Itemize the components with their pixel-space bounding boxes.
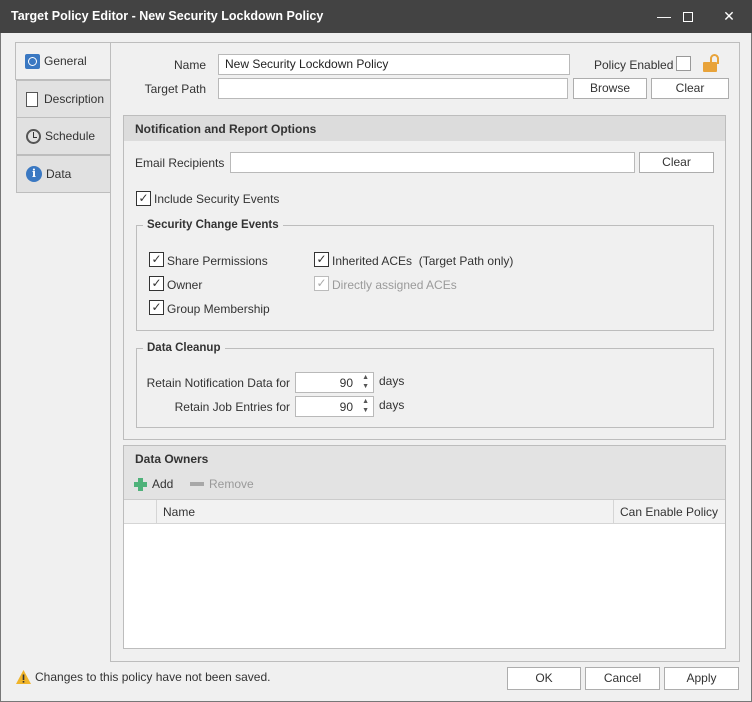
include-security-events-label: Include Security Events <box>154 192 280 206</box>
tab-schedule[interactable]: Schedule <box>16 117 111 155</box>
inherited-aces-label: Inherited ACEs (Target Path only) <box>332 254 514 268</box>
email-recipients-label: Email Recipients <box>135 156 225 170</box>
tab-label: Schedule <box>45 129 96 143</box>
share-permissions-checkbox[interactable]: ✓ <box>149 252 164 267</box>
tab-description[interactable]: Description <box>16 80 111 118</box>
email-recipients-input[interactable] <box>230 152 635 173</box>
target-path-input[interactable] <box>218 78 568 99</box>
retain-job-value: 90 <box>339 400 353 414</box>
clock-icon <box>26 128 41 144</box>
share-permissions-label: Share Permissions <box>167 254 268 268</box>
tab-label: Data <box>46 167 72 181</box>
apply-button[interactable]: Apply <box>664 667 739 690</box>
target-path-label: Target Path <box>144 82 206 96</box>
column-header-can-enable-policy[interactable]: Can Enable Policy <box>620 505 718 519</box>
tab-general[interactable]: General <box>15 42 110 80</box>
minus-icon <box>190 482 204 486</box>
owner-checkbox[interactable]: ✓ <box>149 276 164 291</box>
directly-assigned-aces-label: Directly assigned ACEs <box>332 278 457 292</box>
include-security-events-checkbox[interactable]: ✓ <box>136 191 151 206</box>
retain-notification-spinner[interactable]: 90 ▲ ▼ <box>295 372 374 393</box>
spin-down-icon[interactable]: ▼ <box>362 407 369 414</box>
plus-icon <box>134 477 147 491</box>
policy-enabled-label: Policy Enabled <box>594 58 674 72</box>
days-label: days <box>379 374 405 388</box>
retain-job-label: Retain Job Entries for <box>174 400 290 414</box>
name-label: Name <box>173 58 206 72</box>
warning-icon <box>15 669 32 685</box>
policy-enabled-checkbox[interactable] <box>676 56 691 71</box>
owner-label: Owner <box>167 278 203 292</box>
column-header-name[interactable]: Name <box>163 505 195 519</box>
tab-data[interactable]: i Data <box>16 155 111 193</box>
retain-job-spinner[interactable]: 90 ▲ ▼ <box>295 396 374 417</box>
add-label: Add <box>152 477 174 491</box>
data-cleanup-title: Data Cleanup <box>143 342 225 354</box>
maximize-icon <box>683 12 693 23</box>
ok-button[interactable]: OK <box>507 667 581 690</box>
grid-header: Name Can Enable Policy <box>124 500 725 524</box>
clear-path-button[interactable]: Clear <box>651 78 729 99</box>
info-icon: i <box>26 166 42 182</box>
retain-notification-value: 90 <box>339 376 353 390</box>
close-button[interactable]: ✕ <box>706 0 752 33</box>
clear-email-button[interactable]: Clear <box>639 152 714 173</box>
remove-owner-button: Remove <box>190 477 254 491</box>
name-input[interactable]: New Security Lockdown Policy <box>218 54 570 75</box>
browse-button[interactable]: Browse <box>573 78 647 99</box>
maximize-button[interactable] <box>665 0 711 33</box>
data-owners-header: Data Owners <box>124 446 725 471</box>
days-label: days <box>379 398 405 412</box>
window-title: Target Policy Editor - New Security Lock… <box>11 9 324 23</box>
group-membership-label: Group Membership <box>167 302 270 316</box>
tab-label: Description <box>44 92 105 106</box>
spin-up-icon[interactable]: ▲ <box>362 398 369 405</box>
remove-label: Remove <box>209 477 254 491</box>
document-icon <box>26 91 38 107</box>
group-membership-checkbox[interactable]: ✓ <box>149 300 164 315</box>
retain-notification-label: Retain Notification Data for <box>146 376 290 390</box>
directly-assigned-aces-checkbox: ✓ <box>314 276 329 291</box>
add-owner-button[interactable]: Add <box>134 477 173 491</box>
title-bar: Target Policy Editor - New Security Lock… <box>0 0 752 33</box>
notification-header: Notification and Report Options <box>124 116 725 141</box>
inherited-aces-checkbox[interactable]: ✓ <box>314 252 329 267</box>
security-change-events-title: Security Change Events <box>143 219 283 231</box>
cancel-button[interactable]: Cancel <box>585 667 660 690</box>
unsaved-warning-text: Changes to this policy have not been sav… <box>35 670 271 684</box>
spin-down-icon[interactable]: ▼ <box>362 383 369 390</box>
tab-label: General <box>44 54 87 68</box>
spin-up-icon[interactable]: ▲ <box>362 374 369 381</box>
unlock-icon[interactable] <box>703 54 721 72</box>
safe-icon <box>25 53 40 69</box>
owners-grid[interactable]: Name Can Enable Policy <box>124 499 725 648</box>
